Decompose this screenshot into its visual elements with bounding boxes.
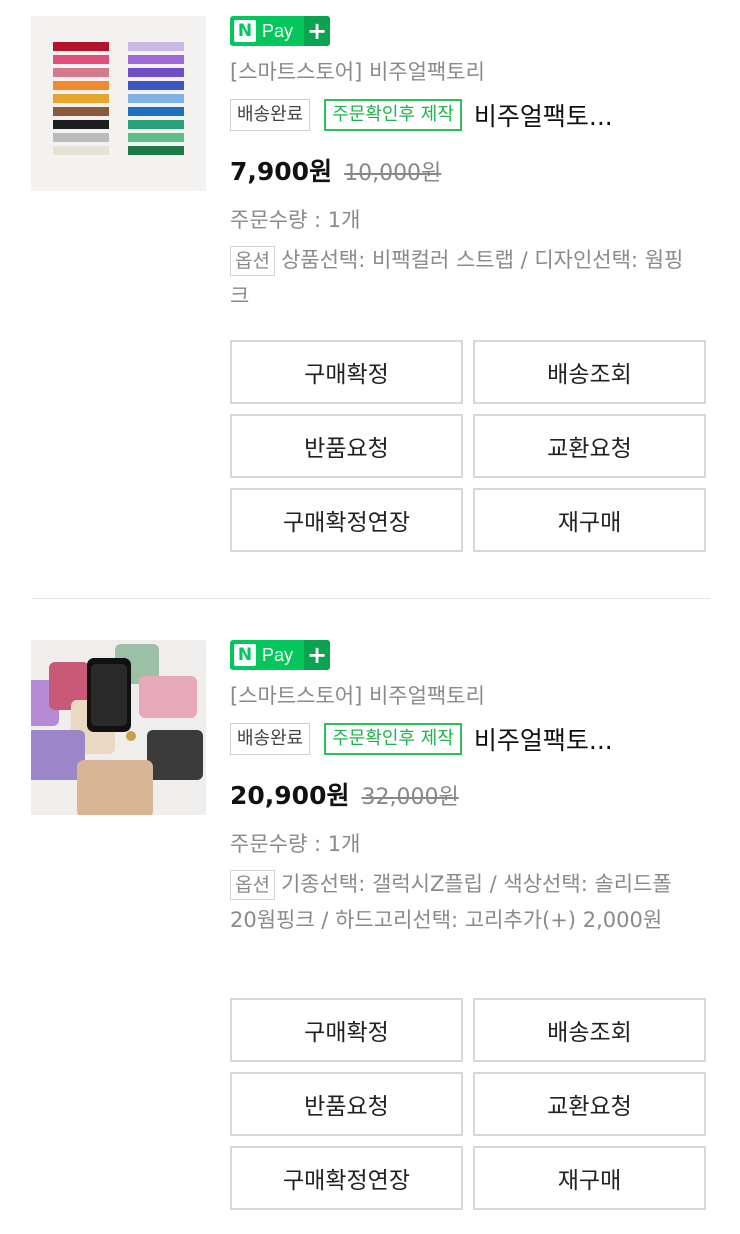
store-name[interactable]: [스마트스토어] 비주얼팩토리 [230,56,485,86]
order-quantity: 주문수량 : 1개 [230,208,361,232]
exchange-request-button[interactable]: 교환요청 [473,1072,706,1136]
track-delivery-button[interactable]: 배송조회 [473,340,706,404]
title-row: 배송완료 주문확인후 제작 비주얼팩토... [230,722,613,756]
extend-confirmation-button[interactable]: 구매확정연장 [230,1146,463,1210]
option-info: 옵션 상품선택: 비팩컬러 스트랩 / 디자인선택: 웜핑크 [230,242,700,314]
npay-label: Pay [262,20,294,41]
exchange-request-button[interactable]: 교환요청 [473,414,706,478]
sale-price: 7,900원 [230,157,333,186]
return-request-button[interactable]: 반품요청 [230,414,463,478]
npay-label: Pay [262,644,294,665]
delivery-status-tag: 배송완료 [230,99,311,131]
option-info: 옵션 기종선택: 갤럭시Z플립 / 색상선택: 솔리드폴 20웜핑크 / 하드고리… [230,866,700,938]
confirm-purchase-button[interactable]: 구매확정 [230,998,463,1062]
return-request-button[interactable]: 반품요청 [230,1072,463,1136]
plus-icon: + [304,16,330,46]
made-to-order-tag: 주문확인후 제작 [324,723,462,755]
sale-price: 20,900원 [230,781,350,810]
original-price: 32,000원 [361,785,459,810]
option-badge: 옵션 [230,870,275,900]
order-quantity: 주문수량 : 1개 [230,832,361,856]
price-row: 20,900원 32,000원 [230,776,459,812]
order-divider [31,598,710,599]
extend-confirmation-button[interactable]: 구매확정연장 [230,488,463,552]
npay-plus-badge: N Pay + [230,640,330,670]
npay-plus-badge: N Pay + [230,16,330,46]
store-name[interactable]: [스마트스토어] 비주얼팩토리 [230,680,485,710]
naver-n-icon: N [234,644,256,666]
product-thumbnail[interactable] [31,640,206,815]
price-row: 7,900원 10,000원 [230,152,441,188]
product-title[interactable]: 비주얼팩토... [474,97,613,133]
product-thumbnail[interactable] [31,16,206,191]
repurchase-button[interactable]: 재구매 [473,488,706,552]
naver-n-icon: N [234,20,256,42]
track-delivery-button[interactable]: 배송조회 [473,998,706,1062]
confirm-purchase-button[interactable]: 구매확정 [230,340,463,404]
product-title[interactable]: 비주얼팩토... [474,721,613,757]
delivery-status-tag: 배송완료 [230,723,311,755]
made-to-order-tag: 주문확인후 제작 [324,99,462,131]
option-text: 기종선택: 갤럭시Z플립 / 색상선택: 솔리드폴 20웜핑크 / 하드고리선택… [230,872,672,932]
plus-icon: + [304,640,330,670]
title-row: 배송완료 주문확인후 제작 비주얼팩토... [230,98,613,132]
option-badge: 옵션 [230,246,275,276]
original-price: 10,000원 [344,161,442,186]
repurchase-button[interactable]: 재구매 [473,1146,706,1210]
option-text: 상품선택: 비팩컬러 스트랩 / 디자인선택: 웜핑크 [230,248,684,308]
